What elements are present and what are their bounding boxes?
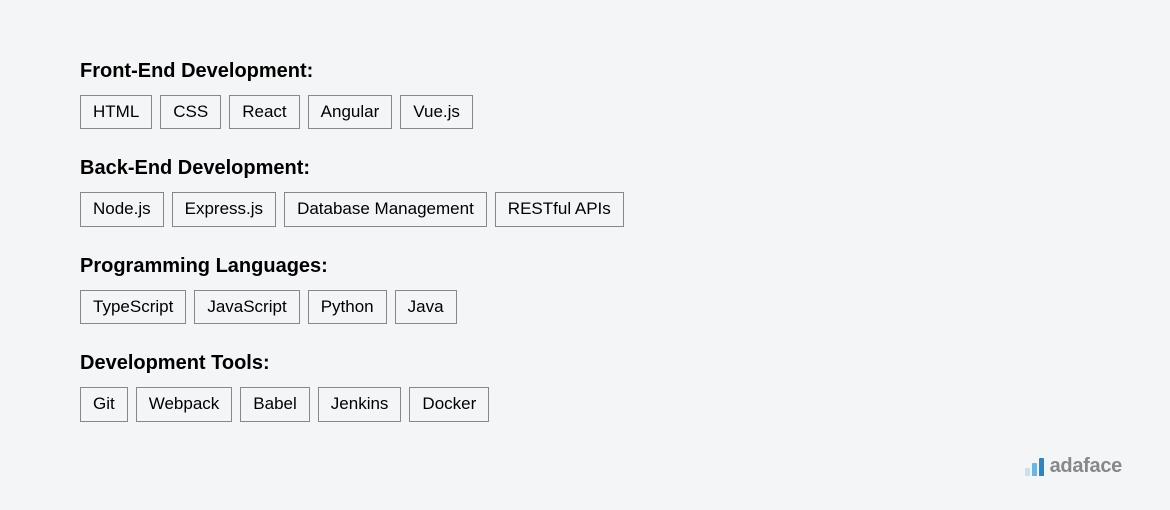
tag: RESTful APIs — [495, 192, 624, 226]
tag: Webpack — [136, 387, 233, 421]
tag: Database Management — [284, 192, 487, 226]
section-backend: Back-End Development: Node.js Express.js… — [80, 157, 1090, 226]
tag: HTML — [80, 95, 152, 129]
tag: Jenkins — [318, 387, 402, 421]
section-heading: Development Tools: — [80, 352, 1090, 375]
logo: adaface — [1025, 455, 1122, 478]
tag: CSS — [160, 95, 221, 129]
section-tools: Development Tools: Git Webpack Babel Jen… — [80, 352, 1090, 421]
tag: Docker — [409, 387, 489, 421]
tag: React — [229, 95, 299, 129]
section-heading: Programming Languages: — [80, 255, 1090, 278]
section-heading: Front-End Development: — [80, 60, 1090, 83]
logo-bars-icon — [1025, 458, 1044, 476]
skills-container: Front-End Development: HTML CSS React An… — [80, 60, 1090, 422]
tag: Express.js — [172, 192, 276, 226]
tag-row: Node.js Express.js Database Management R… — [80, 192, 1090, 226]
tag: Python — [308, 290, 387, 324]
tag: JavaScript — [194, 290, 299, 324]
tag-row: TypeScript JavaScript Python Java — [80, 290, 1090, 324]
tag: TypeScript — [80, 290, 186, 324]
tag: Node.js — [80, 192, 164, 226]
section-languages: Programming Languages: TypeScript JavaSc… — [80, 255, 1090, 324]
tag: Java — [395, 290, 457, 324]
tag: Git — [80, 387, 128, 421]
section-heading: Back-End Development: — [80, 157, 1090, 180]
logo-text: adaface — [1050, 455, 1122, 478]
tag: Angular — [308, 95, 393, 129]
tag: Babel — [240, 387, 309, 421]
tag-row: Git Webpack Babel Jenkins Docker — [80, 387, 1090, 421]
section-frontend: Front-End Development: HTML CSS React An… — [80, 60, 1090, 129]
tag-row: HTML CSS React Angular Vue.js — [80, 95, 1090, 129]
tag: Vue.js — [400, 95, 473, 129]
